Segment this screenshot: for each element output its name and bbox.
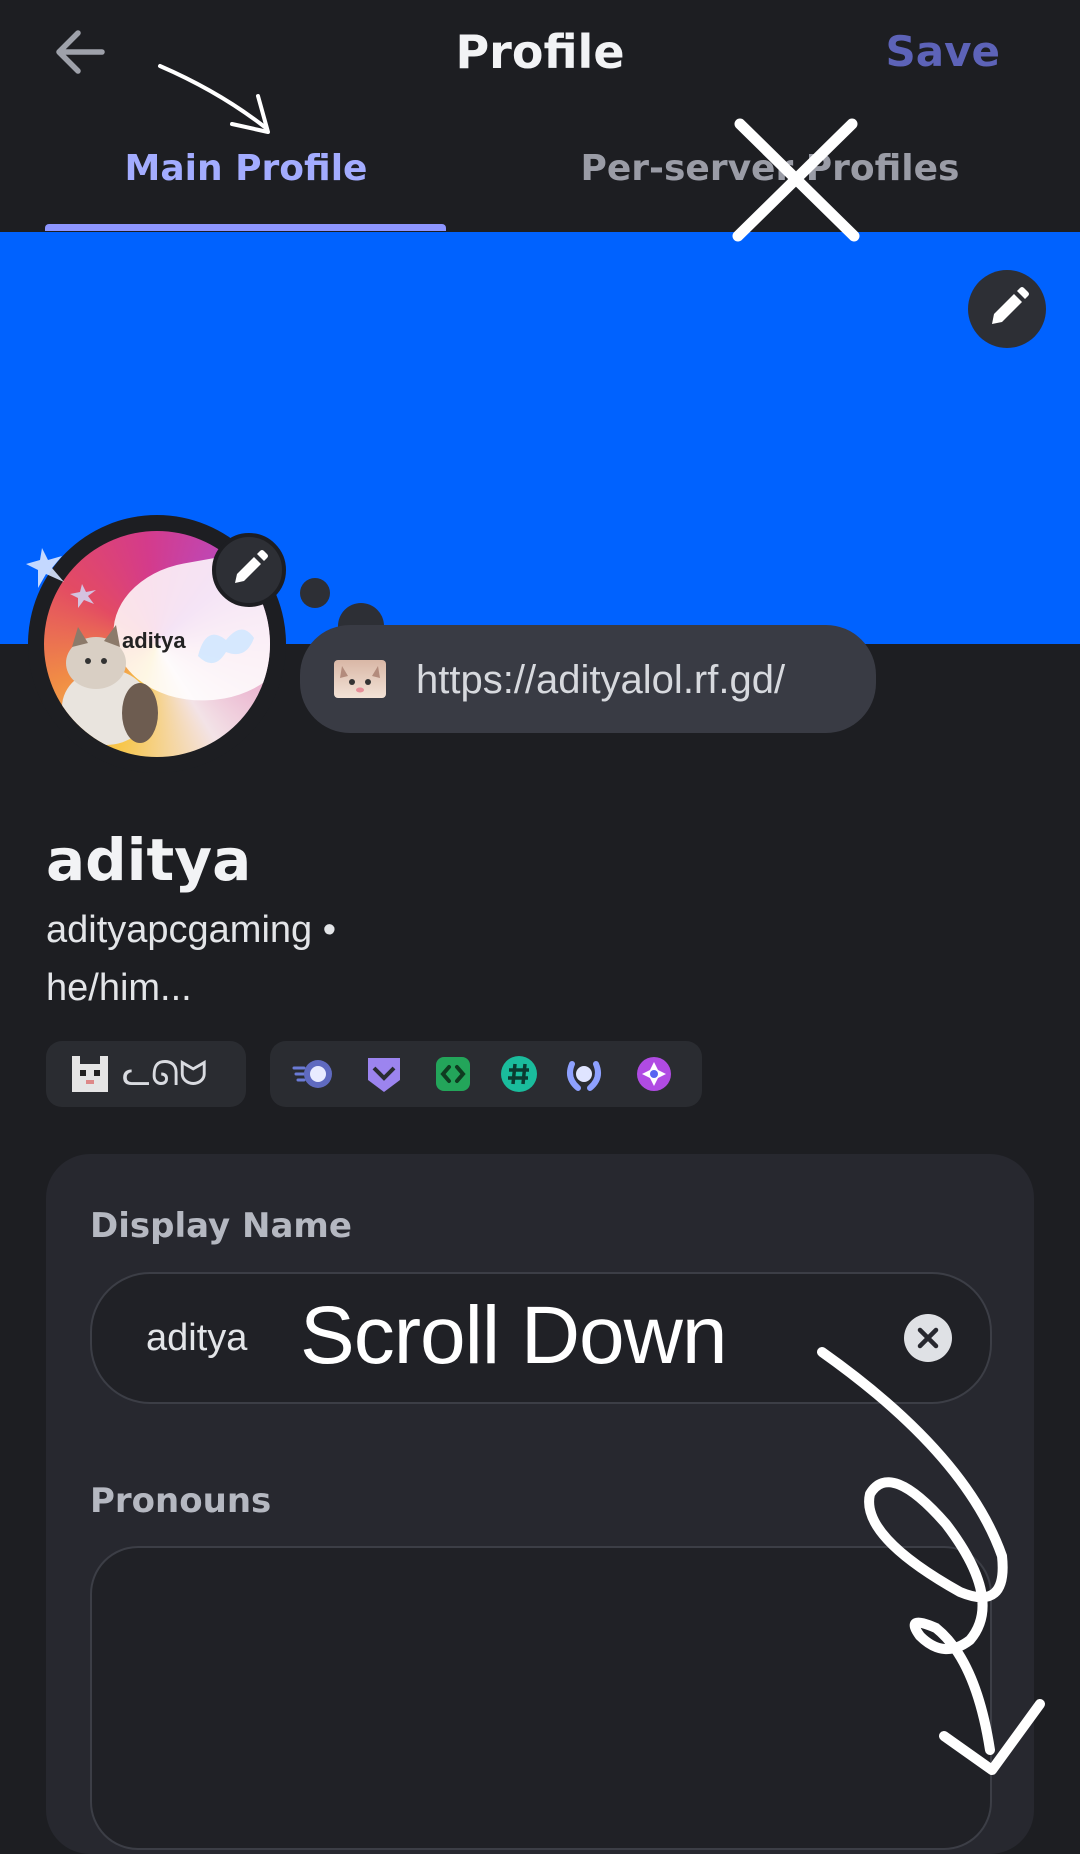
hypesquad-bravery-badge-icon[interactable] xyxy=(364,1054,404,1094)
thought-bubble-dot xyxy=(300,578,330,608)
nitro-orb-badge-icon[interactable] xyxy=(292,1054,332,1094)
display-name-value[interactable]: aditya xyxy=(146,1312,247,1364)
guild-tag-text: ᓚᘏᗢ xyxy=(122,1054,208,1094)
active-tab-indicator xyxy=(45,224,446,231)
active-developer-badge-icon[interactable] xyxy=(433,1054,473,1094)
pronouns-label: Pronouns xyxy=(90,1481,272,1521)
tab-main-profile[interactable]: Main Profile xyxy=(46,140,446,198)
close-icon xyxy=(917,1327,939,1349)
clear-input-button[interactable] xyxy=(904,1314,952,1362)
quest-badge-icon[interactable] xyxy=(634,1054,674,1094)
tab-per-server-profiles[interactable]: Per-server Profiles xyxy=(560,140,980,198)
pronouns-field[interactable] xyxy=(90,1546,992,1850)
avatar-edit-button[interactable] xyxy=(212,533,286,607)
pencil-icon xyxy=(992,287,1029,324)
laurel-badge-icon[interactable] xyxy=(564,1054,604,1094)
scroll-down-annotation: Scroll Down xyxy=(300,1290,727,1381)
banner-edit-button[interactable] xyxy=(968,270,1046,348)
custom-status-text: https://adityalol.rf.gd/ xyxy=(416,658,786,702)
pencil-icon xyxy=(235,550,268,583)
cat-emoji-icon xyxy=(334,660,386,698)
display-name-label: Display Name xyxy=(90,1206,352,1246)
display-name-heading: aditya xyxy=(46,826,252,894)
hashtag-badge-icon[interactable] xyxy=(499,1054,539,1094)
save-button[interactable]: Save xyxy=(886,22,1000,82)
username-text: adityapcgaming • xyxy=(46,909,337,951)
pronouns-text: he/him... xyxy=(46,967,192,1009)
